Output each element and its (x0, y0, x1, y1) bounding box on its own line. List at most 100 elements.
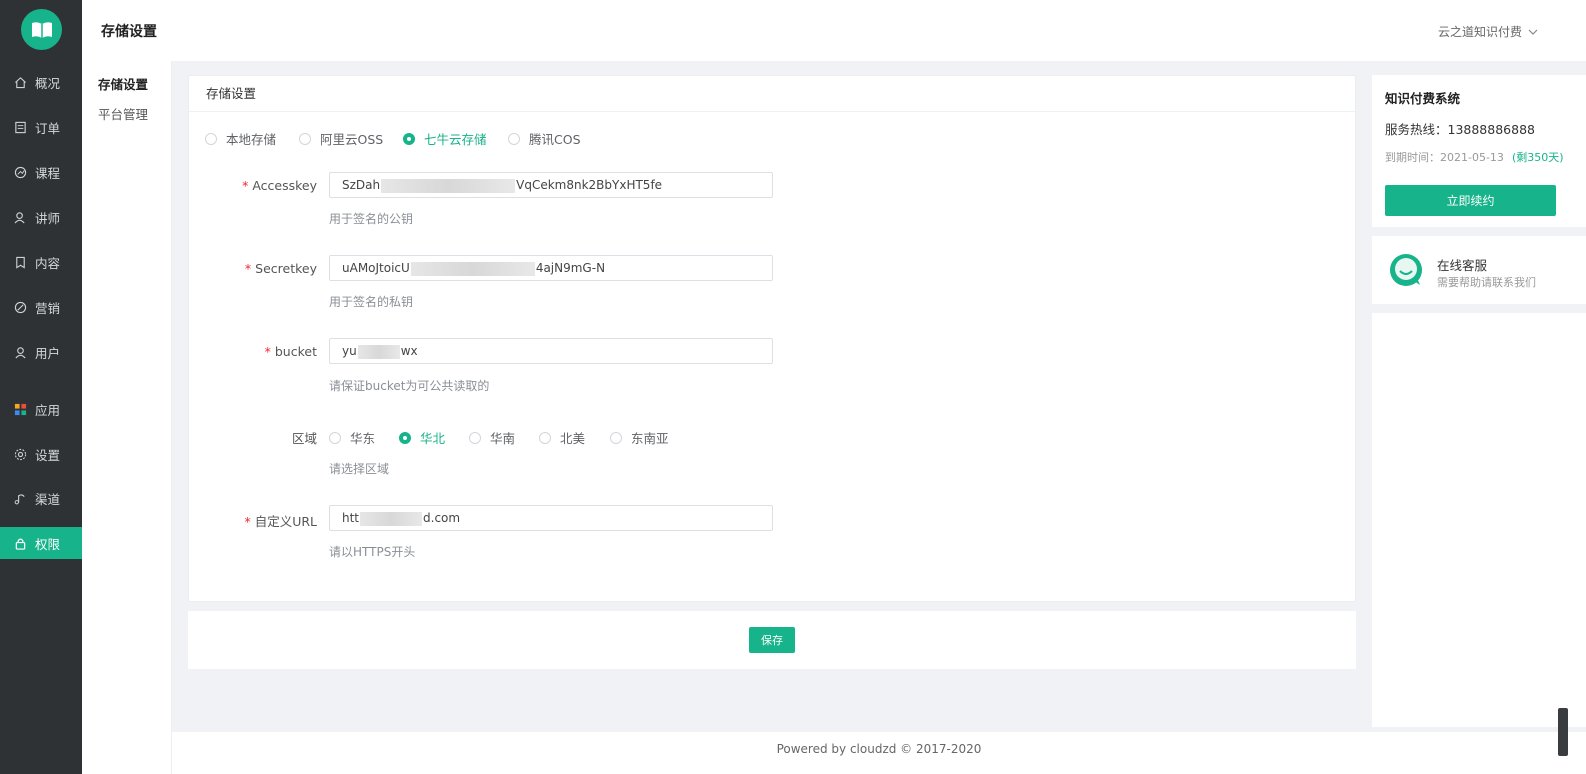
radio-label: 本地存储 (226, 132, 277, 147)
scrollbar-handle[interactable] (1558, 708, 1568, 756)
radio-dot (205, 132, 217, 145)
sidebar-item-label: 营销 (35, 300, 61, 316)
radio-label: 北美 (560, 431, 586, 446)
support-title: 在线客服 (1437, 258, 1488, 273)
secretkey-label: * Secretkey (245, 261, 317, 276)
radio-dot (610, 431, 622, 444)
sidebar-item-settings[interactable]: 设置 (0, 438, 82, 470)
order-icon (13, 120, 27, 134)
channel-icon (13, 491, 27, 505)
redaction-blur (360, 511, 423, 526)
sidebar-item-label: 设置 (35, 447, 61, 463)
radio-dot (508, 132, 520, 145)
renew-button[interactable]: 立即续约 (1385, 185, 1556, 216)
radio-region-east[interactable]: 华东 (329, 428, 375, 447)
field-label-text: Accesskey (252, 178, 317, 193)
page-title: 存储设置 (101, 24, 157, 40)
required-mark: * (244, 514, 251, 529)
field-label-text: Secretkey (255, 261, 317, 276)
sidebar-item-overview[interactable]: 概况 (0, 66, 82, 98)
accesskey-help: 用于签名的公钥 (329, 212, 414, 226)
sidebar-item-label: 渠道 (35, 491, 61, 507)
bucket-input[interactable]: yu wx (329, 338, 773, 364)
radio-label: 华北 (420, 431, 446, 446)
radio-dot (539, 431, 551, 444)
custom-url-label: * 自定义URL (244, 511, 317, 530)
radio-region-south[interactable]: 华南 (469, 428, 515, 447)
sidebar-item-users[interactable]: 用户 (0, 336, 82, 368)
redaction-blur (410, 261, 535, 276)
radio-label: 七牛云存储 (424, 132, 487, 147)
lecturer-icon (13, 210, 27, 224)
input-value-suffix: d.com (423, 511, 461, 525)
service-hotline: 服务热线：13888886888 (1385, 122, 1535, 137)
storage-settings-card: 存储设置 本地存储 阿里云OSS 七牛云存储 腾讯COS * Accesskey … (188, 75, 1356, 602)
sidebar-item-apps[interactable]: 应用 (0, 393, 82, 425)
user-icon (13, 345, 27, 359)
online-support-card[interactable]: 在线客服 需要帮助请联系我们 (1372, 236, 1586, 304)
accesskey-input[interactable]: SzDah VqCekm8nk2BbYxHT5fe (329, 172, 773, 198)
required-mark: * (264, 344, 271, 359)
sidebar-item-orders[interactable]: 订单 (0, 111, 82, 143)
sidebar-item-label: 概况 (35, 75, 61, 91)
accesskey-label: * Accesskey (242, 178, 317, 193)
radio-region-north-america[interactable]: 北美 (539, 428, 585, 447)
subnav-item-platform[interactable]: 平台管理 (98, 104, 148, 123)
main-sidebar: 概况 订单 课程 讲师 内容 营销 用户 应用 设置 渠道 权限 (0, 0, 82, 774)
expire-date: 到期时间：2021-05-13 (1385, 151, 1504, 164)
radio-dot (299, 132, 311, 145)
chevron-down-icon (1528, 29, 1538, 35)
radio-region-southeast-asia[interactable]: 东南亚 (610, 428, 669, 447)
chat-bubble-icon (1388, 252, 1424, 292)
secretkey-input[interactable]: uAMoJtoicU 4ajN9mG-N (329, 255, 773, 281)
sidebar-item-label: 讲师 (35, 210, 61, 226)
sidebar-item-label: 权限 (35, 536, 61, 552)
sidebar-item-label: 课程 (35, 165, 61, 181)
book-logo-icon[interactable] (21, 9, 62, 50)
radio-tencent-cos[interactable]: 腾讯COS (508, 129, 581, 148)
apps-icon (13, 402, 27, 416)
system-name: 知识付费系统 (1385, 91, 1461, 106)
input-value-prefix: uAMoJtoicU (342, 261, 410, 275)
expire-info: 到期时间：2021-05-13 (剩350天) (1385, 149, 1564, 165)
radio-qiniu-storage[interactable]: 七牛云存储 (403, 129, 487, 148)
input-value-suffix: VqCekm8nk2BbYxHT5fe (516, 178, 663, 192)
sidebar-item-courses[interactable]: 课程 (0, 156, 82, 188)
sidebar-item-label: 应用 (35, 402, 61, 418)
radio-label: 腾讯COS (529, 132, 581, 147)
secretkey-help: 用于签名的私钥 (329, 295, 414, 309)
input-value-suffix: 4ajN9mG-N (535, 261, 606, 275)
account-dropdown[interactable]: 云之道知识付费 (1438, 23, 1538, 40)
right-panel-blank (1372, 313, 1586, 727)
redaction-blur (357, 344, 400, 359)
save-button[interactable]: 保存 (749, 627, 795, 653)
radio-region-north[interactable]: 华北 (399, 428, 445, 447)
save-bar: 保存 (188, 611, 1356, 669)
sidebar-item-label: 内容 (35, 255, 61, 271)
radio-label: 阿里云OSS (320, 132, 384, 147)
support-desc: 需要帮助请联系我们 (1437, 276, 1536, 289)
radio-local-storage[interactable]: 本地存储 (205, 129, 276, 148)
sidebar-item-marketing[interactable]: 营销 (0, 291, 82, 323)
sidebar-item-permissions[interactable]: 权限 (0, 527, 82, 559)
radio-aliyun-oss[interactable]: 阿里云OSS (299, 129, 383, 148)
sidebar-item-channels[interactable]: 渠道 (0, 482, 82, 514)
gear-icon (13, 447, 27, 461)
radio-label: 华东 (350, 431, 376, 446)
lock-icon (13, 536, 27, 550)
home-icon (13, 75, 27, 89)
custom-url-input[interactable]: htt d.com (329, 505, 773, 531)
field-label-text: 自定义URL (254, 514, 317, 529)
input-value-prefix: yu (342, 344, 357, 358)
region-help: 请选择区域 (329, 462, 390, 476)
radio-label: 华南 (490, 431, 516, 446)
custom-url-help: 请以HTTPS开头 (329, 545, 416, 559)
account-name: 云之道知识付费 (1437, 25, 1522, 39)
input-value-prefix: SzDah (342, 178, 381, 192)
sidebar-item-lecturers[interactable]: 讲师 (0, 201, 82, 233)
sidebar-item-label: 用户 (35, 345, 61, 361)
marketing-icon (13, 300, 27, 314)
subnav-item-storage[interactable]: 存储设置 (98, 74, 148, 93)
radio-label: 东南亚 (631, 431, 669, 446)
sidebar-item-content[interactable]: 内容 (0, 246, 82, 278)
